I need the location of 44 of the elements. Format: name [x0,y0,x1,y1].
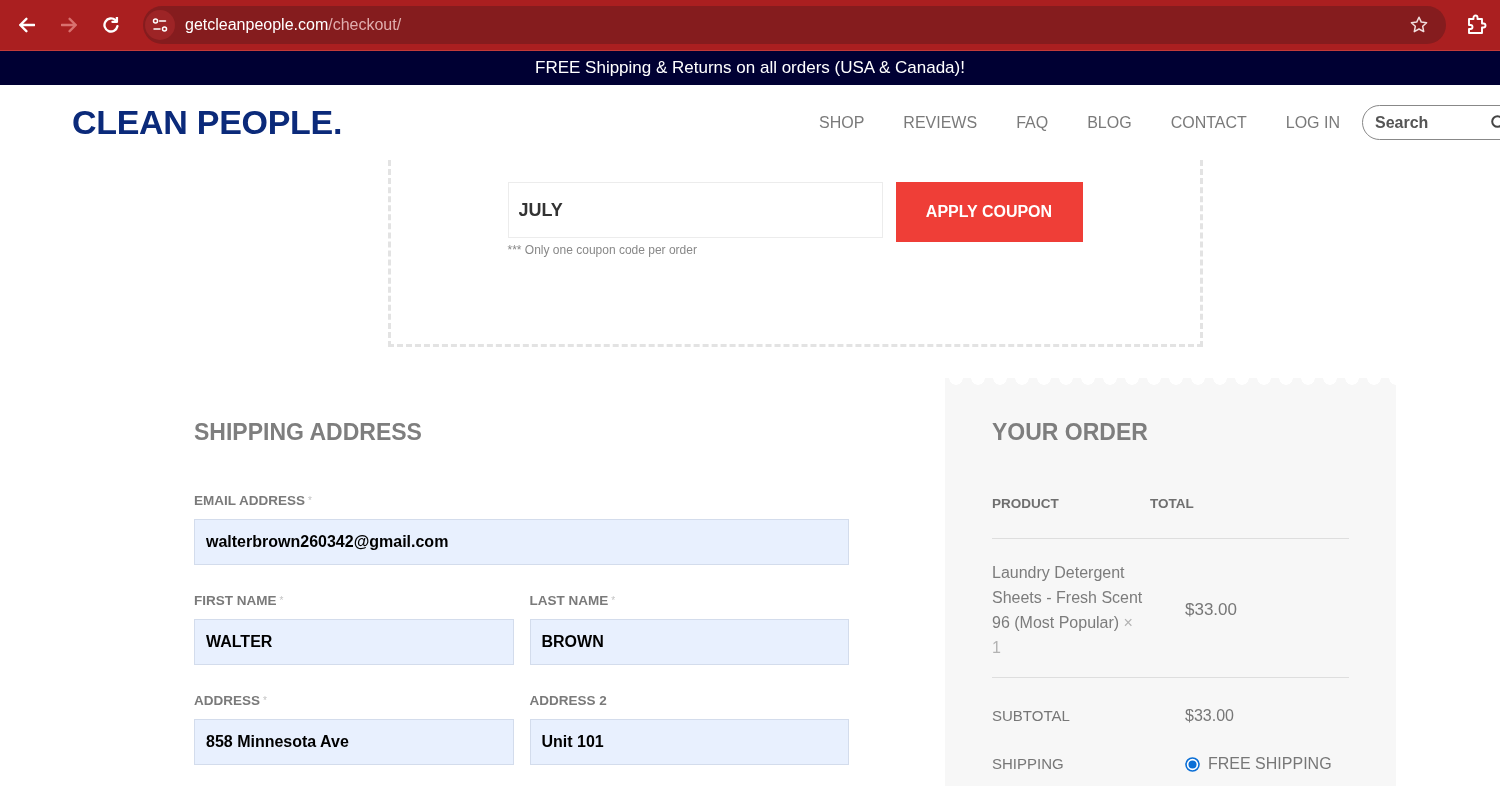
input-field[interactable]: WALTER [194,619,514,665]
field-label: EMAIL ADDRESS [194,492,305,510]
arrow-left-icon [19,17,35,33]
nav-link[interactable]: FAQ [1016,113,1049,132]
required-asterisk: * [263,695,267,707]
sliders-icon[interactable] [145,10,175,40]
column-header: TOTAL [1150,495,1194,513]
radio-button[interactable] [1185,756,1200,772]
input-field[interactable]: BROWN [529,619,849,665]
section-title: YOUR ORDER [992,418,1148,447]
search-field[interactable]: Search [1362,105,1500,140]
input-field[interactable]: 858 Minnesota Ave [194,719,514,765]
shipping-option-label: FREE SHIPPING [1208,754,1332,774]
field-label: ADDRESS [194,692,260,710]
puzzle-piece-icon[interactable] [1466,14,1488,36]
arrow-right-icon [61,17,77,33]
field-label: FIRST NAME [194,592,277,610]
nav-link[interactable]: LOG IN [1285,113,1340,132]
subtotal-value: $33.00 [1185,706,1234,726]
star-icon[interactable] [1410,16,1428,34]
coupon-field[interactable]: JULY [507,182,883,238]
input-field[interactable]: Unit 101 [529,719,849,765]
announcement-text: FREE Shipping & Returns on all orders (USA & Canada)! [535,58,965,78]
required-asterisk: * [279,595,284,607]
required-asterisk: * [611,595,616,607]
nav-link[interactable]: CONTACT [1170,113,1247,132]
nav-link[interactable]: REVIEWS [903,113,978,132]
field-label: ADDRESS 2 [529,692,607,710]
reload-icon [103,17,119,33]
shipping-label: SHIPPING [992,754,1064,774]
apply-coupon-button[interactable]: APPLY COUPON [895,182,1083,242]
nav-link[interactable]: SHOP [819,113,865,132]
field-label: LAST NAME [529,592,609,610]
required-asterisk: * [308,495,312,507]
product-description: Laundry Detergent Sheets - Fresh Scent 96 (Most Popular) × 1 [992,563,1144,658]
section-title: SHIPPING ADDRESS [194,418,422,447]
column-header: PRODUCT [992,495,1059,513]
nav-link[interactable]: BLOG [1087,113,1132,132]
input-field[interactable]: walterbrown260342@gmail.com [194,519,849,565]
price-text: $33.00 [1185,600,1237,620]
address-bar[interactable]: getcleanpeople.com/checkout/ [143,6,1446,44]
subtotal-label: SUBTOTAL [992,706,1070,726]
coupon-note: *** Only one coupon code per order [507,243,697,257]
site-logo[interactable]: CLEAN PEOPLE. [72,103,343,142]
